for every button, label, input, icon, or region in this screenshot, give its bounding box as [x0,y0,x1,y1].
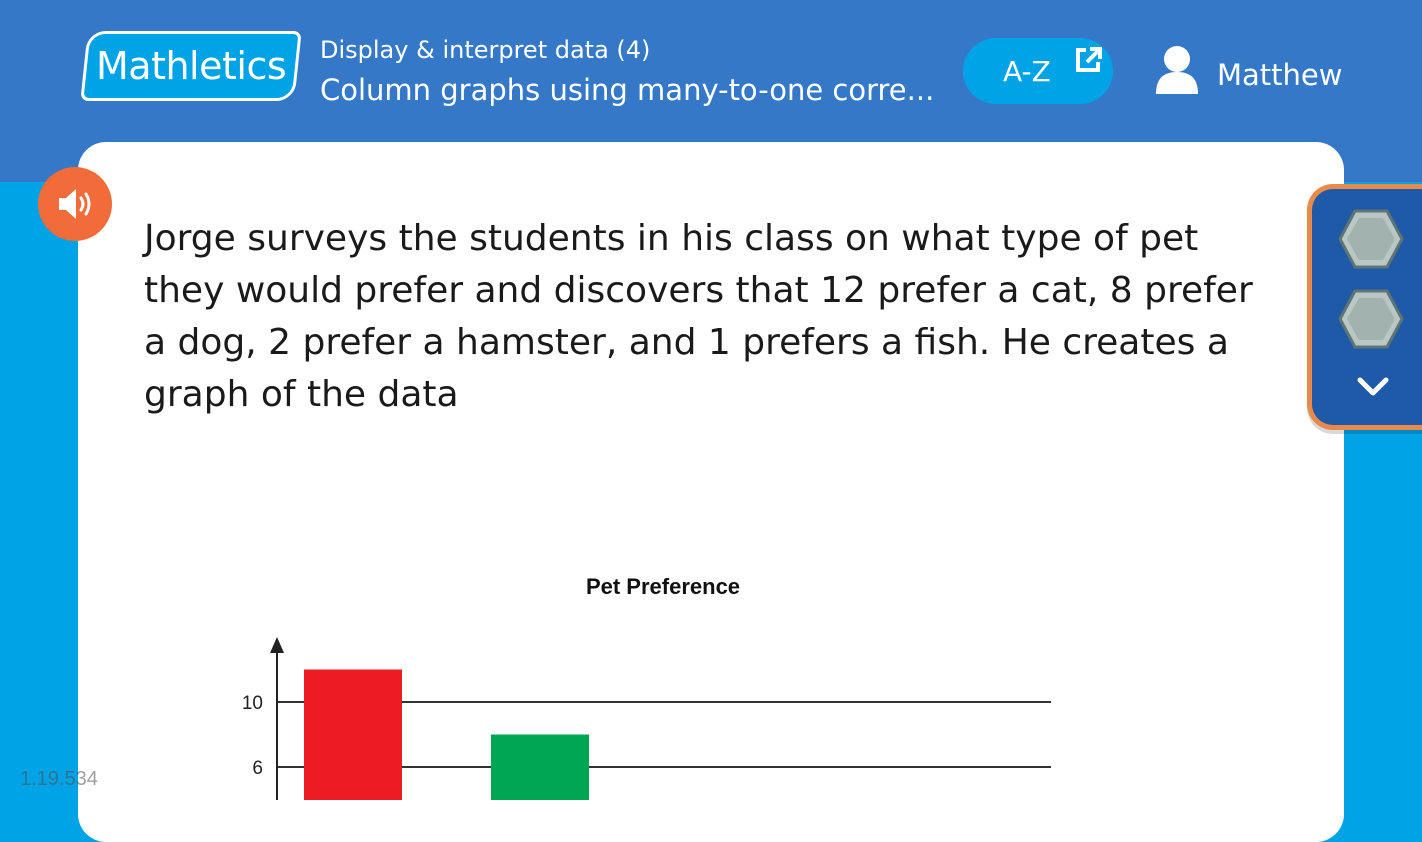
chevron-down-icon[interactable] [1356,375,1390,399]
pet-preference-chart: 10 6 [242,637,1051,800]
bar [491,734,589,800]
a-z-label: A-Z [1003,54,1051,88]
progress-panel [1307,184,1422,430]
version-label: 1.19.534 [20,768,98,790]
speaker-button[interactable] [38,167,112,241]
speaker-icon [59,189,91,219]
user-icon[interactable] [1154,44,1200,96]
user-name[interactable]: Matthew [1217,58,1342,92]
logo-text: Mathletics [95,44,287,88]
y-tick-label: 6 [252,758,263,779]
bar [304,669,402,800]
question-text: Jorge surveys the students in his class … [144,218,1253,415]
y-axis-arrow [270,637,284,653]
mathletics-logo[interactable]: Mathletics [80,31,302,101]
chart-title: Pet Preference [585,574,741,599]
breadcrumb-lesson: Column graphs using many-to-one corre... [320,73,935,107]
breadcrumb-topic[interactable]: Display & interpret data (4) [320,36,650,64]
external-link-icon [1076,47,1102,72]
a-z-button[interactable]: A-Z [963,38,1113,104]
hexagon-icon [1338,289,1404,349]
hexagon-icon [1338,209,1404,269]
y-tick-label: 10 [242,693,263,714]
